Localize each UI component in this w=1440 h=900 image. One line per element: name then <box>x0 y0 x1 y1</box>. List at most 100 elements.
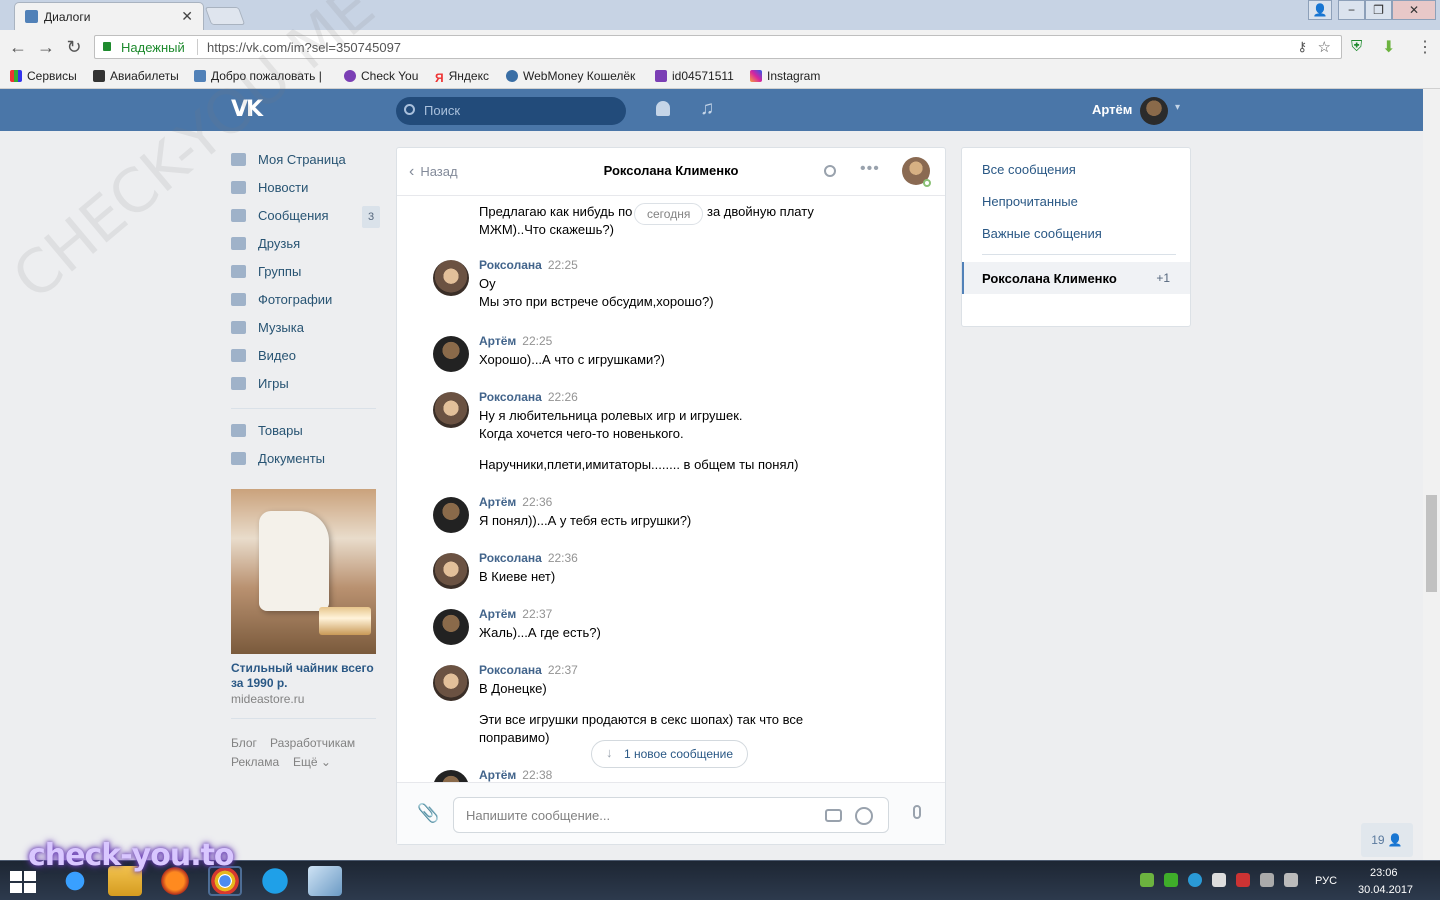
menu-icon[interactable]: ⋮ <box>1417 37 1433 57</box>
clock-date[interactable]: 30.04.2017 <box>1358 884 1413 896</box>
tray-app-icon[interactable] <box>1188 873 1202 887</box>
clock-time[interactable]: 23:06 <box>1370 867 1398 879</box>
author-avatar[interactable] <box>433 336 469 372</box>
close-window-button[interactable]: ✕ <box>1392 0 1436 20</box>
sidebar-item-docs[interactable]: Документы <box>231 445 381 473</box>
date-pill: сегодня <box>634 203 704 225</box>
message-author[interactable]: Артём 22:36 <box>479 495 552 509</box>
tab-close-icon[interactable]: ✕ <box>181 8 193 25</box>
author-avatar[interactable] <box>433 260 469 296</box>
sidebar-item-photo[interactable]: Фотографии <box>231 286 381 314</box>
message-author[interactable]: Роксолана 22:25 <box>479 258 578 272</box>
message-author[interactable]: Артём 22:37 <box>479 607 552 621</box>
sidebar-item-groups[interactable]: Группы <box>231 258 381 286</box>
search-icon[interactable] <box>824 165 836 177</box>
sidebar-item-news[interactable]: Новости <box>231 174 381 202</box>
sidebar-item-video[interactable]: Видео <box>231 342 381 370</box>
more-icon[interactable]: ••• <box>860 160 880 178</box>
microphone-icon[interactable] <box>913 805 921 819</box>
page-scrollbar[interactable] <box>1423 89 1440 860</box>
skype-icon[interactable] <box>258 866 292 896</box>
bookmark-label: Check You <box>361 69 419 83</box>
message-author[interactable]: Роксолана 22:26 <box>479 390 578 404</box>
tab-dialogs[interactable]: Диалоги ✕ <box>14 2 204 30</box>
sidebar-item-label: Документы <box>258 451 326 466</box>
new-message-label: 1 новое сообщение <box>624 747 734 761</box>
tray-app-icon[interactable] <box>1140 873 1154 887</box>
lock-icon <box>103 42 111 51</box>
message-author[interactable]: Роксолана 22:37 <box>479 663 578 677</box>
avatar[interactable] <box>1140 97 1168 125</box>
sidebar-item-home[interactable]: Моя Страница <box>231 146 381 174</box>
notepad-icon[interactable] <box>308 866 342 896</box>
attach-icon[interactable]: 📎 <box>417 803 439 824</box>
bell-icon[interactable] <box>656 101 670 116</box>
key-icon[interactable]: ⚷ <box>1297 39 1307 55</box>
new-message-button[interactable]: ↓ 1 новое сообщение <box>591 740 749 768</box>
user-name[interactable]: Артём <box>1092 102 1132 117</box>
author-avatar[interactable] <box>433 665 469 701</box>
footer-blog-link[interactable]: Блог <box>231 736 257 750</box>
messages-count-badge: 3 <box>362 206 380 228</box>
author-avatar[interactable] <box>433 497 469 533</box>
chat-header: ‹ Назад Роксолана Клименко ••• <box>397 148 945 196</box>
ad-image[interactable] <box>231 489 376 654</box>
message-input[interactable]: Напишите сообщение... <box>453 797 889 833</box>
message-author[interactable]: Артём 22:25 <box>479 334 552 348</box>
all-messages-link[interactable]: Все сообщения <box>982 162 1076 177</box>
forward-icon[interactable]: → <box>36 37 56 58</box>
network-icon[interactable] <box>1260 873 1274 887</box>
bookmark-id[interactable]: id04571511 <box>655 69 734 83</box>
emoji-icon[interactable] <box>855 807 873 825</box>
message-author[interactable]: Артём 22:38 <box>479 768 552 782</box>
ad-title[interactable]: Стильный чайник всего за 1990 р. <box>231 661 376 691</box>
minimize-button[interactable]: − <box>1338 0 1365 20</box>
author-avatar[interactable] <box>433 609 469 645</box>
important-link[interactable]: Важные сообщения <box>982 226 1102 241</box>
start-button[interactable] <box>10 871 38 893</box>
message-author[interactable]: Роксолана 22:36 <box>479 551 578 565</box>
volume-icon[interactable] <box>1284 873 1298 887</box>
bookmark-webmoney[interactable]: WebMoney Кошелёк <box>506 69 635 83</box>
music-icon[interactable]: ♫ <box>700 98 714 120</box>
webmoney-icon <box>506 70 518 82</box>
tab-title: Диалоги <box>44 10 91 24</box>
footer-ads-link[interactable]: Реклама <box>231 755 279 769</box>
search-input[interactable]: Поиск <box>396 97 626 125</box>
back-icon[interactable]: ← <box>8 37 28 58</box>
selected-dialog[interactable]: Роксолана Клименко +1 <box>962 262 1190 294</box>
online-counter[interactable]: 19 👤 <box>1361 823 1413 857</box>
new-tab-button[interactable] <box>204 7 246 25</box>
language-indicator[interactable]: РУС <box>1315 875 1337 887</box>
apps-icon <box>10 70 22 82</box>
flag-icon[interactable] <box>1212 873 1226 887</box>
ad-domain[interactable]: mideastore.ru <box>231 692 304 706</box>
download-icon[interactable]: ⬇ <box>1382 37 1395 57</box>
bookmark-tickets[interactable]: Авиабилеты <box>93 69 179 83</box>
reload-icon[interactable]: ↻ <box>64 37 84 58</box>
footer-more-link[interactable]: Ещё ⌄ <box>293 755 331 769</box>
chevron-down-icon[interactable]: ▾ <box>1175 102 1180 113</box>
tray-app-icon[interactable] <box>1164 873 1178 887</box>
author-avatar[interactable] <box>433 392 469 428</box>
star-icon[interactable]: ☆ <box>1318 38 1331 56</box>
maximize-button[interactable]: ❐ <box>1365 0 1392 20</box>
sidebar-item-friends[interactable]: Друзья <box>231 230 381 258</box>
author-avatar[interactable] <box>433 553 469 589</box>
sidebar-item-games[interactable]: Игры <box>231 370 381 398</box>
bookmark-yandex[interactable]: Я Яндекс <box>435 69 489 85</box>
tray-app-icon[interactable] <box>1236 873 1250 887</box>
sidebar-item-music[interactable]: Музыка <box>231 314 381 342</box>
bookmark-instagram[interactable]: Instagram <box>750 69 820 83</box>
unread-link[interactable]: Непрочитанные <box>982 194 1078 209</box>
bookmark-services[interactable]: Сервисы <box>10 69 77 83</box>
browser-toolbar: ← → ↻ Надежный https://vk.com/im?sel=350… <box>0 30 1440 64</box>
sidebar-item-market[interactable]: Товары <box>231 417 381 445</box>
bookmark-checkyou[interactable]: Check You <box>344 69 418 83</box>
sidebar-item-messages[interactable]: Сообщения <box>231 202 381 230</box>
shield-icon[interactable]: ⛨ <box>1351 38 1362 55</box>
user-profile-icon[interactable]: 👤 <box>1308 0 1332 20</box>
footer-developers-link[interactable]: Разработчикам <box>270 736 355 750</box>
scrollbar-thumb[interactable] <box>1426 495 1437 592</box>
camera-icon[interactable] <box>825 809 842 822</box>
